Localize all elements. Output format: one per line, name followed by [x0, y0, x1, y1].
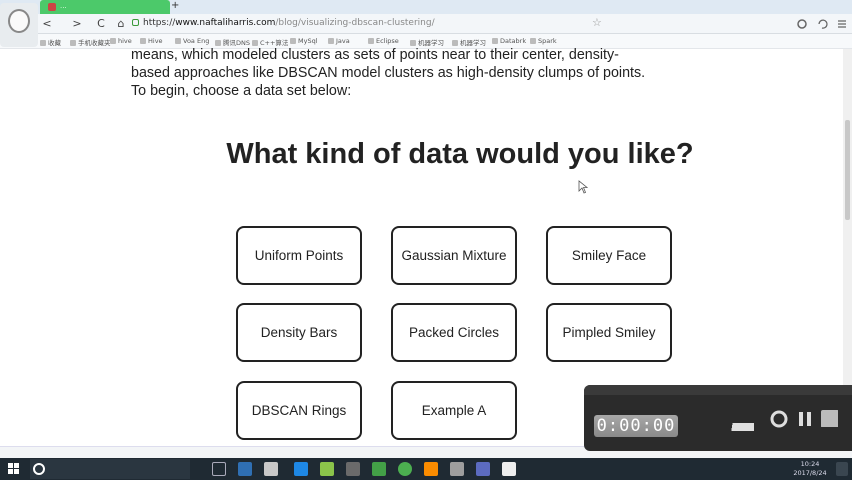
tab-bar: ... +: [0, 0, 852, 14]
lock-icon: [132, 19, 139, 26]
choice-density-bars[interactable]: Density Bars: [236, 303, 362, 362]
app-icon[interactable]: [450, 462, 464, 476]
undo-icon[interactable]: [816, 18, 828, 30]
recorder-volume-slider[interactable]: [714, 423, 754, 431]
bookmark-label: Eclipse: [376, 37, 399, 45]
bookmark-item[interactable]: Databrk: [492, 37, 526, 45]
stop-icon[interactable]: [820, 409, 838, 427]
reload-button[interactable]: C: [94, 17, 108, 31]
app-icon[interactable]: [502, 462, 516, 476]
bookmark-item[interactable]: Eclipse: [368, 37, 399, 45]
task-view-icon[interactable]: [212, 462, 226, 476]
bookmark-icon: [140, 38, 146, 44]
recorder-timer: 0:00:00: [594, 415, 678, 437]
bookmark-icon: [175, 38, 181, 44]
pause-icon[interactable]: [796, 410, 814, 428]
bookmark-item[interactable]: Hive: [140, 37, 163, 45]
tab-title: ...: [60, 2, 67, 10]
clock-date: 2017/8/24: [793, 469, 827, 477]
bookmark-icon: [40, 40, 46, 46]
settings-icon[interactable]: [796, 18, 808, 30]
bookmark-label: 手机收藏夹: [78, 39, 111, 47]
back-button[interactable]: <: [40, 17, 54, 31]
bookmark-icon: [70, 40, 76, 46]
screen-recorder-panel: 0:00:00: [584, 385, 852, 451]
page-question-heading: What kind of data would you like?: [226, 138, 694, 170]
bookmark-label: Java: [336, 37, 350, 45]
bookmark-label: Databrk: [500, 37, 527, 45]
clock-time: 10:24: [800, 460, 820, 468]
new-tab-button[interactable]: +: [171, 0, 179, 11]
choice-uniform-points[interactable]: Uniform Points: [236, 226, 362, 285]
url-field[interactable]: https://www.naftaliharris.com/blog/visua…: [143, 18, 435, 28]
url-path: /blog/visualizing-dbscan-clustering/: [275, 18, 435, 28]
bookmark-icon: [530, 38, 536, 44]
record-icon[interactable]: [770, 410, 788, 428]
wechat-app-icon[interactable]: [372, 462, 386, 476]
notifications-icon[interactable]: [836, 462, 848, 476]
choice-smiley-face[interactable]: Smiley Face: [546, 226, 672, 285]
bookmark-item[interactable]: hive: [110, 37, 132, 45]
bookmark-icon: [110, 38, 116, 44]
forward-button[interactable]: >: [70, 17, 84, 31]
address-bar: < > C ⌂ https://www.naftaliharris.com/bl…: [0, 14, 852, 34]
bookmark-icon: [328, 38, 334, 44]
edge-app-icon[interactable]: [294, 462, 308, 476]
choice-packed-circles[interactable]: Packed Circles: [391, 303, 517, 362]
app-icon[interactable]: [320, 462, 334, 476]
taskbar: 10:24 2017/8/24: [0, 458, 852, 480]
bookmark-item[interactable]: 手机收藏夹: [70, 37, 111, 47]
avatar[interactable]: [0, 3, 38, 47]
bookmark-label: Spark: [538, 37, 557, 45]
app-icon[interactable]: [346, 462, 360, 476]
mouse-cursor-icon: [578, 180, 588, 194]
site-favicon-icon: [48, 3, 56, 11]
bookmark-star-icon[interactable]: ☆: [592, 16, 602, 29]
start-windows-icon[interactable]: [8, 463, 20, 475]
menu-icon[interactable]: [836, 18, 848, 30]
bookmark-label: 收藏: [48, 39, 61, 47]
bookmark-item[interactable]: MySql: [290, 37, 318, 45]
browser-tab[interactable]: ...: [40, 0, 170, 14]
choice-dbscan-rings[interactable]: DBSCAN Rings: [236, 381, 362, 440]
app-icon[interactable]: [424, 462, 438, 476]
taskbar-clock[interactable]: 10:24 2017/8/24: [790, 460, 830, 478]
bookmark-label: Hive: [148, 37, 163, 45]
cortana-icon: [33, 463, 45, 475]
bookmark-label: MySql: [298, 37, 318, 45]
browser-app-icon[interactable]: [398, 462, 412, 476]
choice-gaussian-mixture[interactable]: Gaussian Mixture: [391, 226, 517, 285]
search-box[interactable]: [30, 459, 190, 479]
intro-paragraph: means, which modeled clusters as sets of…: [131, 47, 646, 99]
bookmark-item[interactable]: Voa Eng: [175, 37, 209, 45]
avatar-face-icon: [8, 9, 30, 33]
bookmark-icon: [290, 38, 296, 44]
bookmark-item[interactable]: Spark: [530, 37, 557, 45]
scrollbar-thumb[interactable]: [845, 120, 850, 220]
url-host: www.naftaliharris.com: [175, 18, 276, 28]
bookmark-label: hive: [118, 37, 132, 45]
recorder-titlebar[interactable]: [584, 385, 852, 395]
bookmark-icon: [368, 38, 374, 44]
app-icon[interactable]: [264, 462, 278, 476]
choice-pimpled-smiley[interactable]: Pimpled Smiley: [546, 303, 672, 362]
url-scheme: https://: [143, 18, 176, 28]
bookmark-label: Voa Eng: [183, 37, 210, 45]
explorer-app-icon[interactable]: [238, 462, 252, 476]
bookmark-item[interactable]: 收藏: [40, 37, 61, 47]
choice-example-a[interactable]: Example A: [391, 381, 517, 440]
app-icon[interactable]: [476, 462, 490, 476]
bookmark-icon: [492, 38, 498, 44]
bookmark-item[interactable]: Java: [328, 37, 350, 45]
home-button[interactable]: ⌂: [114, 17, 128, 31]
